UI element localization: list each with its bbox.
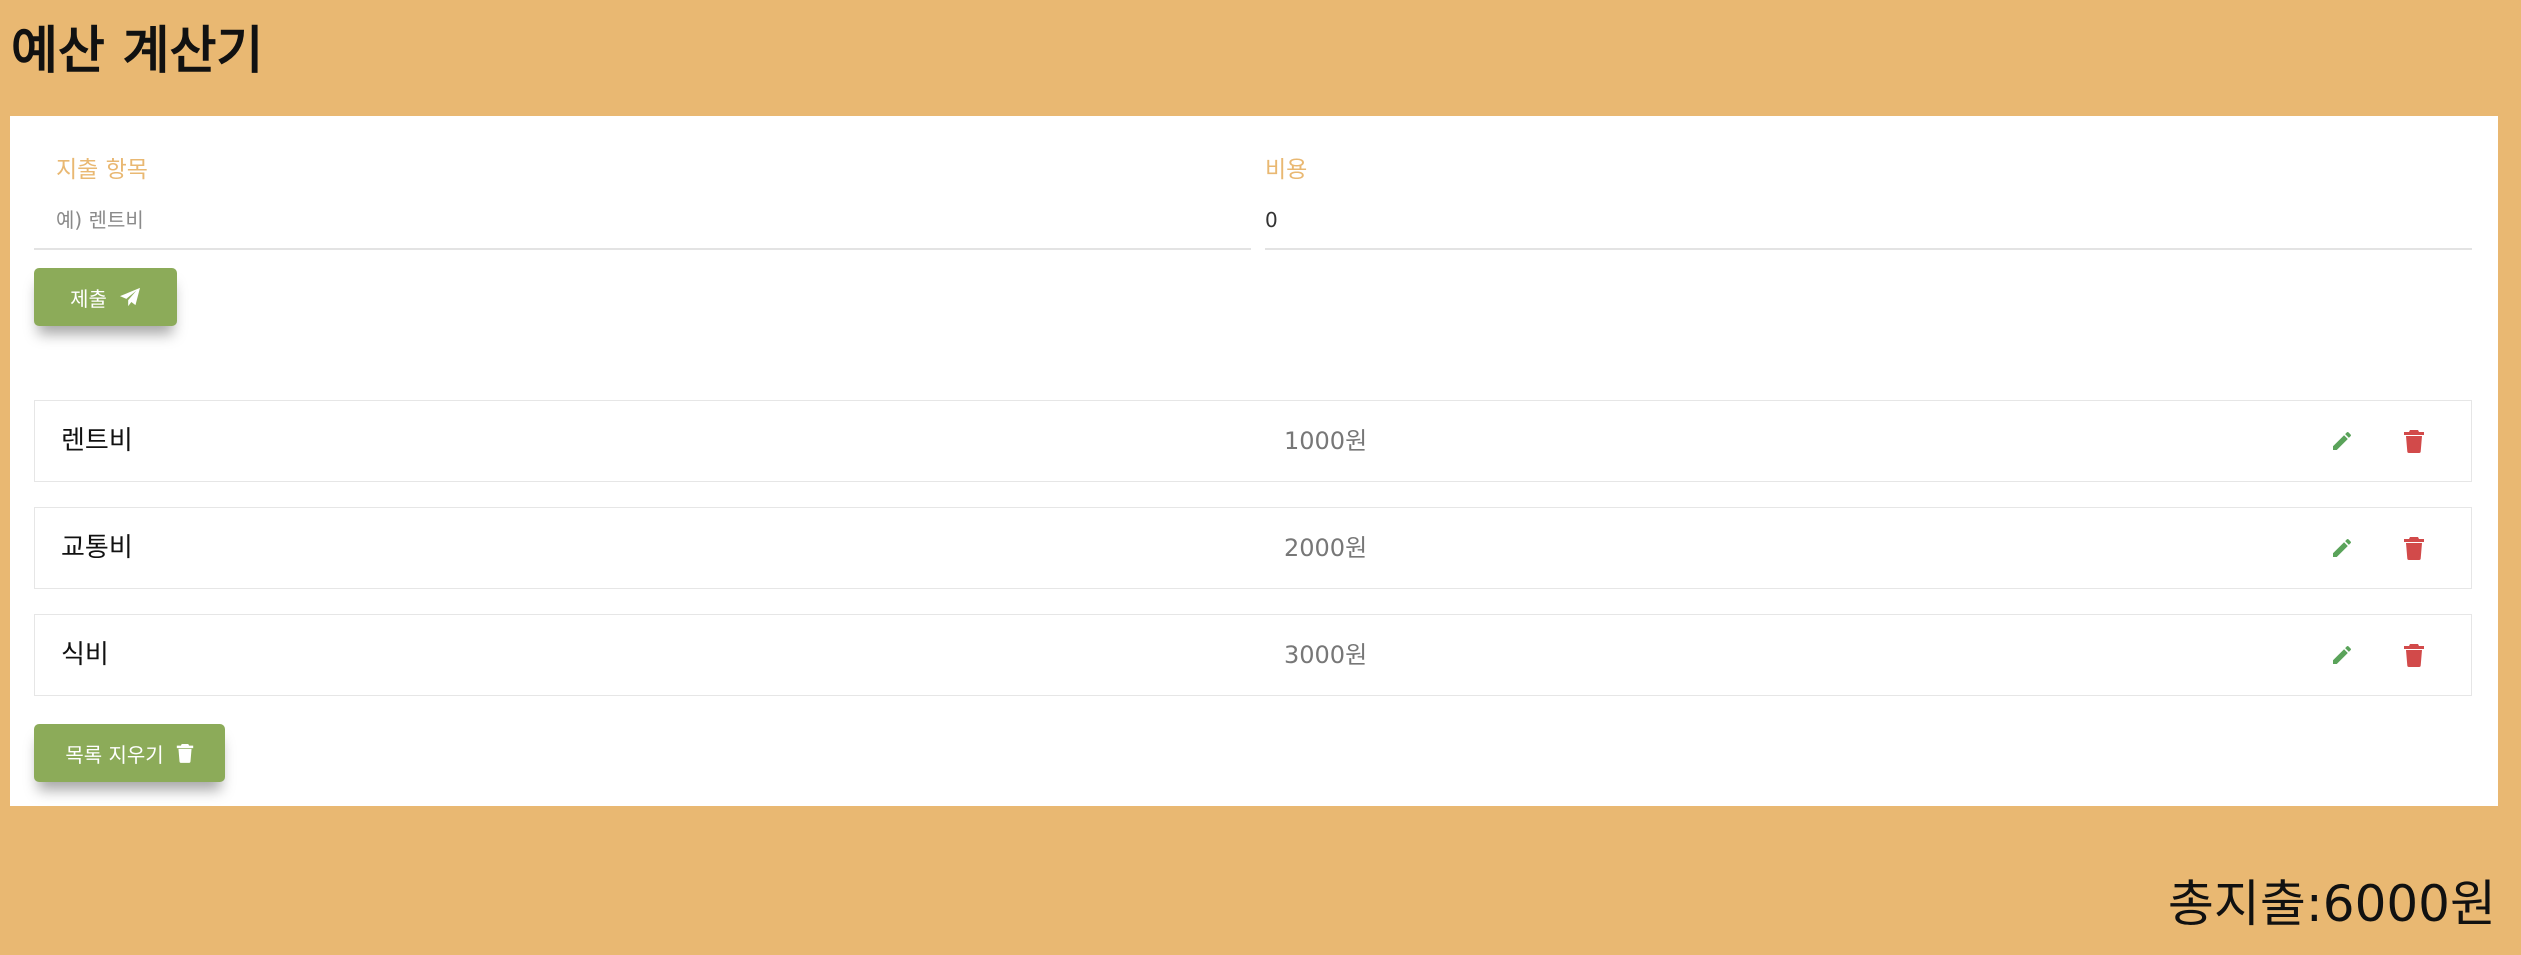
submit-button[interactable]: 제출 [34,268,177,326]
expense-item-name: 렌트비 [61,426,133,456]
total-expense: 총지출:6000원 [2167,875,2496,933]
trash-icon[interactable] [2401,428,2427,454]
expense-name-input[interactable] [34,200,1251,250]
expense-item-amount: 3000원 [1284,641,1368,669]
app-title: 예산 계산기 [11,22,264,81]
pencil-icon[interactable] [2329,642,2355,668]
expense-item: 식비 3000원 [34,614,2472,696]
paper-plane-icon [119,287,141,307]
expense-item-amount: 2000원 [1284,534,1368,562]
budget-card: 지출 항목 비용 제출 렌트비 1000원 [10,116,2498,806]
expense-list: 렌트비 1000원 교통비 2000원 식비 3000원 [34,400,2472,721]
expense-item-name: 교통비 [61,533,133,563]
expense-item-actions [2329,615,2427,695]
trash-icon[interactable] [2401,535,2427,561]
clear-list-button-label: 목록 지우기 [65,742,164,767]
pencil-icon[interactable] [2329,535,2355,561]
expense-name-label: 지출 항목 [56,157,148,183]
expense-item: 렌트비 1000원 [34,400,2472,482]
expense-item-actions [2329,401,2427,481]
expense-cost-input[interactable] [1265,200,2472,250]
expense-item-actions [2329,508,2427,588]
expense-item: 교통비 2000원 [34,507,2472,589]
expense-item-name: 식비 [61,640,109,670]
trash-icon [176,743,194,763]
pencil-icon[interactable] [2329,428,2355,454]
expense-cost-label: 비용 [1265,157,1308,183]
trash-icon[interactable] [2401,642,2427,668]
submit-button-label: 제출 [70,286,107,311]
expense-item-amount: 1000원 [1284,427,1368,455]
clear-list-button[interactable]: 목록 지우기 [34,724,225,782]
